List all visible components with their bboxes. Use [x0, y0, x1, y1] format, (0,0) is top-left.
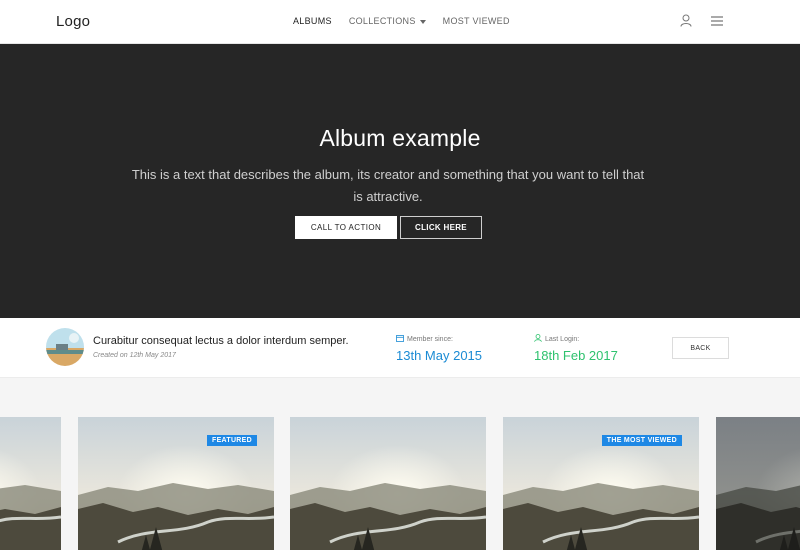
caret-down-icon — [419, 19, 426, 24]
photo-gallery: FEATURED THE MOST VIEWED — [0, 378, 800, 550]
landscape-photo — [290, 417, 486, 550]
back-button[interactable]: BACK — [672, 337, 729, 359]
nav-most-viewed[interactable]: MOST VIEWED — [443, 16, 510, 26]
hero-section: Album example This is a text that descri… — [0, 44, 800, 318]
photo-card[interactable]: FEATURED — [78, 417, 274, 550]
user-icon[interactable] — [680, 14, 694, 28]
logo[interactable]: Logo — [56, 13, 90, 30]
hero-title: Album example — [319, 125, 481, 151]
album-title: Curabitur consequat lectus a dolor inter… — [93, 335, 349, 347]
photo-card[interactable] — [290, 417, 486, 550]
hero-buttons: CALL TO ACTION CLICK HERE — [295, 216, 482, 239]
landscape-photo — [716, 417, 800, 550]
last-login-value: 18th Feb 2017 — [534, 348, 618, 363]
photo-card[interactable]: THE MOST VIEWED — [503, 417, 699, 550]
avatar — [46, 328, 84, 366]
nav-most-viewed-label: MOST VIEWED — [442, 16, 510, 26]
last-login-label: Last Login: — [545, 335, 580, 343]
navbar: Logo ALBUMS COLLECTIONS MOST VIEWED — [0, 0, 800, 44]
nav-icons — [680, 14, 725, 28]
photo-card[interactable] — [0, 417, 61, 550]
nav-albums-label: ALBUMS — [293, 16, 332, 26]
album-created-date: Created on 12th May 2017 — [93, 352, 176, 359]
member-since-stat: Member since: 13th May 2015 — [396, 334, 482, 363]
last-login-stat: Last Login: 18th Feb 2017 — [534, 334, 618, 363]
call-to-action-button[interactable]: CALL TO ACTION — [295, 216, 397, 239]
nav-links: ALBUMS COLLECTIONS MOST VIEWED — [293, 16, 527, 26]
calendar-icon — [396, 334, 404, 344]
member-since-value: 13th May 2015 — [396, 348, 483, 363]
member-since-label: Member since: — [407, 335, 453, 343]
menu-icon[interactable] — [711, 14, 725, 28]
photo-badge: THE MOST VIEWED — [601, 435, 682, 446]
nav-collections[interactable]: COLLECTIONS — [349, 16, 426, 26]
click-here-button[interactable]: CLICK HERE — [400, 216, 482, 239]
photo-card[interactable] — [716, 417, 800, 550]
photo-badge: FEATURED — [207, 435, 257, 446]
landscape-photo — [0, 417, 61, 550]
nav-collections-label: COLLECTIONS — [348, 16, 416, 26]
album-info-bar: Curabitur consequat lectus a dolor inter… — [0, 318, 800, 378]
hero-description: This is a text that describes the album,… — [131, 167, 645, 204]
user-icon — [534, 334, 542, 344]
nav-albums[interactable]: ALBUMS — [293, 16, 332, 26]
